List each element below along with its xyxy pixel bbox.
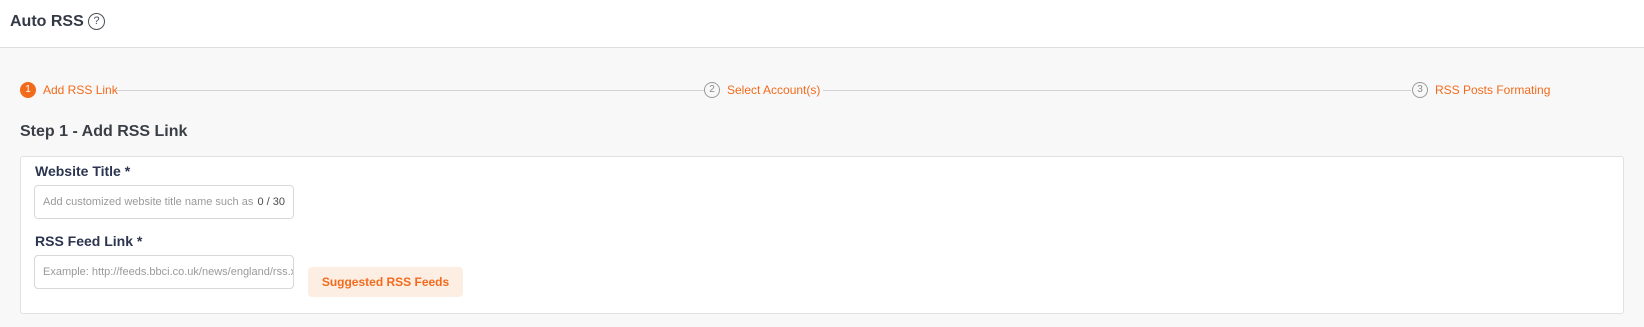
rss-form-card: Website Title * 0 / 30 RSS Feed Link * S… bbox=[20, 156, 1624, 314]
stepper: 1 Add RSS Link 2 Select Account(s) 3 RSS… bbox=[20, 82, 1616, 98]
step-3-label: RSS Posts Formating bbox=[1435, 83, 1551, 97]
step-connector-1 bbox=[114, 90, 704, 91]
step-connector-2 bbox=[823, 90, 1411, 91]
website-title-input[interactable] bbox=[35, 186, 258, 218]
rss-feed-link-input[interactable] bbox=[35, 256, 293, 288]
help-icon[interactable]: ? bbox=[88, 13, 105, 30]
website-title-field: 0 / 30 bbox=[34, 185, 294, 219]
step-3[interactable]: 3 RSS Posts Formating bbox=[1412, 82, 1550, 98]
page-title: Auto RSS bbox=[10, 13, 84, 30]
rss-feed-link-label: RSS Feed Link * bbox=[35, 233, 143, 249]
step-2[interactable]: 2 Select Account(s) bbox=[704, 82, 820, 98]
top-bar: Auto RSS ? bbox=[0, 0, 1644, 48]
character-counter: 0 / 30 bbox=[257, 196, 285, 208]
step-heading: Step 1 - Add RSS Link bbox=[20, 123, 188, 140]
website-title-label: Website Title * bbox=[35, 163, 131, 179]
step-1-label: Add RSS Link bbox=[43, 83, 118, 97]
step-1[interactable]: 1 Add RSS Link bbox=[20, 82, 118, 98]
step-2-number: 2 bbox=[704, 82, 720, 98]
step-3-number: 3 bbox=[1412, 82, 1428, 98]
step-1-number: 1 bbox=[20, 82, 36, 98]
rss-feed-link-field bbox=[34, 255, 294, 289]
step-2-label: Select Account(s) bbox=[727, 83, 821, 97]
suggested-rss-feeds-button[interactable]: Suggested RSS Feeds bbox=[308, 267, 463, 297]
